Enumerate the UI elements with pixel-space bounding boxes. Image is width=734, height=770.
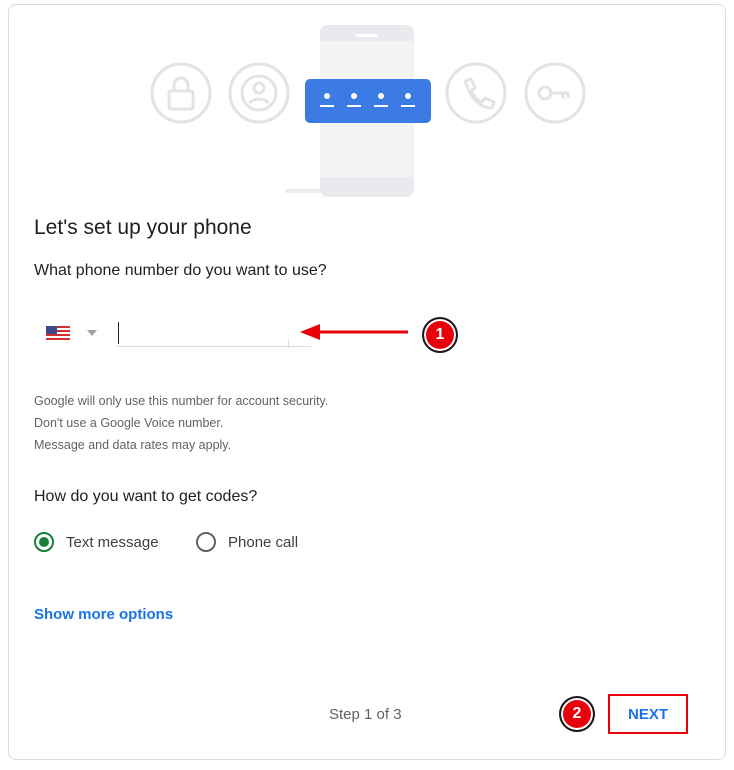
lock-icon (150, 62, 212, 124)
show-more-options-link[interactable]: Show more options (34, 606, 173, 623)
input-underline-end (288, 340, 289, 348)
phone-number-input[interactable] (117, 320, 311, 347)
annotation-badge-2: 2 (559, 696, 595, 732)
radio-label: Phone call (228, 533, 299, 551)
account-circle-icon (228, 62, 290, 124)
us-flag-icon[interactable] (46, 326, 70, 345)
next-button[interactable]: NEXT (608, 694, 688, 734)
step-indicator: Step 1 of 3 (329, 706, 402, 723)
radio-phone-call[interactable]: Phone call (196, 530, 298, 554)
info-line: Google will only use this number for acc… (34, 394, 329, 408)
info-line: Message and data rates may apply. (34, 438, 232, 452)
chevron-down-icon[interactable] (86, 326, 98, 344)
annotation-badge-1: 1 (422, 317, 458, 353)
key-icon (524, 62, 586, 124)
radio-label: Text message (66, 533, 159, 551)
password-dots-icon (305, 79, 431, 123)
text-cursor (118, 322, 119, 344)
info-line: Don't use a Google Voice number. (34, 416, 224, 430)
page-title: Let's set up your phone (34, 216, 252, 239)
radio-text-message[interactable]: Text message (34, 530, 159, 554)
illustration (150, 25, 586, 197)
phone-question: What phone number do you want to use? (34, 262, 327, 279)
radio-button[interactable] (196, 532, 216, 552)
radio-button-selected[interactable] (34, 532, 54, 552)
annotation-arrow (300, 324, 408, 340)
setup-card (8, 4, 726, 760)
phone-info: Google will only use this number for acc… (34, 390, 328, 456)
codes-question: How do you want to get codes? (34, 488, 258, 505)
phone-icon (445, 62, 507, 124)
